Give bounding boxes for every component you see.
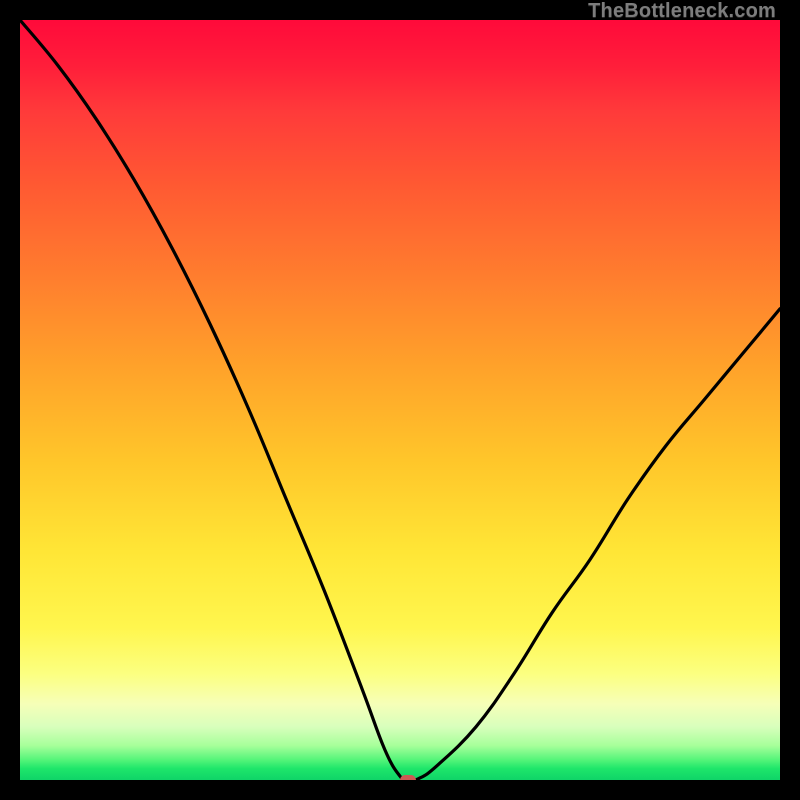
chart-frame: TheBottleneck.com xyxy=(0,0,800,800)
minimum-marker xyxy=(400,775,416,780)
bottleneck-curve xyxy=(20,20,780,780)
plot-area xyxy=(20,20,780,780)
attribution-label: TheBottleneck.com xyxy=(588,0,776,23)
